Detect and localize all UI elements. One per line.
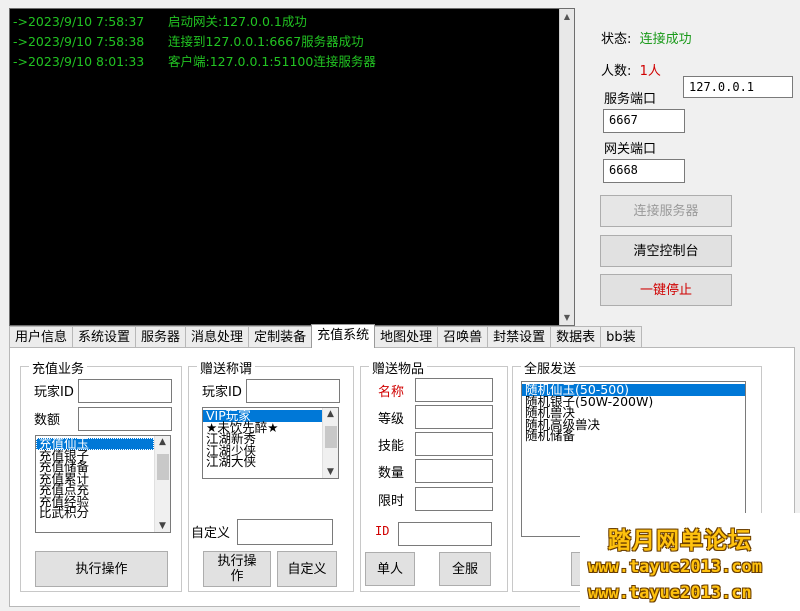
console-line: ->2023/9/10 7:58:38 连接到127.0.0.1:6667服务器… (13, 32, 376, 52)
scroll-up-icon[interactable]: ▲ (323, 409, 338, 419)
item-name-label: 名称 (378, 385, 405, 400)
clear-console-button[interactable]: 清空控制台 (600, 235, 732, 267)
item-time-limit-input[interactable] (415, 487, 493, 511)
tab-map-handling[interactable]: 地图处理 (374, 326, 439, 348)
list-item[interactable]: 随机储备 (522, 430, 745, 442)
gateway-port-label: 网关端口 (604, 142, 657, 157)
console-output: ->2023/9/10 7:58:37 启动网关:127.0.0.1成功 ->2… (9, 8, 575, 326)
watermark-url: www.tayue2013.cn (588, 583, 752, 603)
tab-bb-equipment[interactable]: bb装 (600, 326, 642, 348)
scroll-up-icon[interactable]: ▲ (560, 9, 574, 24)
watermark: 踏月网单论坛 www.tayue2013.com www.tayue2013.c… (580, 513, 800, 611)
stop-all-button[interactable]: 一键停止 (600, 274, 732, 306)
scroll-down-icon[interactable]: ▼ (560, 310, 574, 325)
title-player-id-input[interactable] (246, 379, 340, 403)
console-time: ->2023/9/10 7:58:38 (13, 34, 145, 49)
server-port-input[interactable]: 6667 (603, 109, 685, 133)
watermark-url: www.tayue2013.com (588, 557, 762, 577)
tab-bar: 用户信息 系统设置 服务器 消息处理 定制装备 充值系统 地图处理 召唤兽 封禁… (9, 324, 642, 348)
console-scrollbar[interactable]: ▲ ▼ (559, 9, 574, 325)
count-row: 人数: 1人 (601, 60, 661, 79)
scroll-down-icon[interactable]: ▼ (155, 521, 170, 531)
tab-recharge-system[interactable]: 充值系统 (311, 324, 376, 348)
tab-message-handling[interactable]: 消息处理 (185, 326, 250, 348)
tab-system-settings[interactable]: 系统设置 (72, 326, 137, 348)
console-message: 连接到127.0.0.1:6667服务器成功 (168, 34, 364, 49)
item-quantity-label: 数量 (378, 466, 405, 481)
item-level-label: 等级 (378, 412, 405, 427)
connect-server-button[interactable]: 连接服务器 (600, 195, 732, 227)
count-value: 1人 (639, 64, 661, 79)
recharge-group: 充值业务 玩家ID 数额 充值仙玉 充值银子 充值储备 充值累计 充值点充 充值… (20, 358, 182, 592)
item-level-input[interactable] (415, 405, 493, 429)
status-row: 状态: 连接成功 (601, 28, 692, 47)
group-title: 全服发送 (521, 358, 580, 377)
group-title: 赠送物品 (369, 358, 428, 377)
scroll-thumb[interactable] (157, 454, 169, 480)
gift-all-button[interactable]: 全服 (439, 552, 491, 586)
list-item[interactable]: 江湖大侠 (203, 456, 338, 468)
item-id-label: ID (375, 524, 390, 538)
gateway-port-input[interactable]: 6668 (603, 159, 685, 183)
custom-title-input[interactable] (237, 519, 333, 545)
title-execute-label: 执行操作 (217, 554, 257, 584)
server-port-label: 服务端口 (604, 92, 657, 107)
count-label: 人数: (601, 64, 632, 79)
scroll-up-icon[interactable]: ▲ (155, 437, 170, 447)
player-id-label: 玩家ID (34, 385, 74, 400)
item-id-input[interactable] (398, 522, 492, 546)
tab-data-table[interactable]: 数据表 (550, 326, 602, 348)
player-id-label: 玩家ID (202, 385, 242, 400)
item-skill-label: 技能 (378, 439, 405, 454)
tab-user-info[interactable]: 用户信息 (9, 326, 74, 348)
title-execute-button[interactable]: 执行操作 (203, 551, 271, 587)
tab-custom-equipment[interactable]: 定制装备 (248, 326, 313, 348)
item-skill-input[interactable] (415, 432, 493, 456)
scroll-down-icon[interactable]: ▼ (323, 467, 338, 477)
gift-title-group: 赠送称谓 玩家ID VIP玩家 ★未饮先醉★ 江湖新秀 江湖少侠 江湖大侠 ▲ … (188, 358, 354, 592)
list-scrollbar[interactable]: ▲ ▼ (154, 436, 170, 532)
recharge-amount-input[interactable] (78, 407, 172, 431)
status-value: 连接成功 (639, 32, 692, 47)
recharge-player-id-input[interactable] (78, 379, 172, 403)
item-time-limit-label: 限时 (378, 494, 405, 509)
ip-input[interactable]: 127.0.0.1 (683, 76, 793, 98)
list-item[interactable]: 比武积分 (36, 507, 170, 519)
recharge-execute-button[interactable]: 执行操作 (35, 551, 168, 587)
amount-label: 数额 (34, 413, 61, 428)
console-time: ->2023/9/10 8:01:33 (13, 54, 145, 69)
tab-summon-beast[interactable]: 召唤兽 (437, 326, 489, 348)
item-quantity-input[interactable] (415, 459, 493, 483)
gift-item-group: 赠送物品 名称 等级 技能 数量 限时 ID 单人 全服 (360, 358, 508, 592)
tab-server[interactable]: 服务器 (135, 326, 187, 348)
console-time: ->2023/9/10 7:58:37 (13, 14, 145, 29)
status-label: 状态: (601, 32, 632, 47)
watermark-title: 踏月网单论坛 (608, 528, 752, 554)
console-message: 启动网关:127.0.0.1成功 (168, 14, 307, 29)
tab-ban-settings[interactable]: 封禁设置 (487, 326, 552, 348)
gift-single-button[interactable]: 单人 (365, 552, 415, 586)
group-title: 充值业务 (29, 358, 88, 377)
recharge-type-list[interactable]: 充值仙玉 充值银子 充值储备 充值累计 充值点充 充值经验 比武积分 ▲ ▼ (35, 435, 171, 533)
console-line: ->2023/9/10 7:58:37 启动网关:127.0.0.1成功 (13, 12, 376, 32)
console-line: ->2023/9/10 8:01:33 客户端:127.0.0.1:51100连… (13, 52, 376, 72)
title-custom-button[interactable]: 自定义 (277, 551, 337, 587)
item-name-input[interactable] (415, 378, 493, 402)
console-message: 客户端:127.0.0.1:51100连接服务器 (168, 54, 376, 69)
list-scrollbar[interactable]: ▲ ▼ (322, 408, 338, 478)
title-list[interactable]: VIP玩家 ★未饮先醉★ 江湖新秀 江湖少侠 江湖大侠 ▲ ▼ (202, 407, 339, 479)
scroll-thumb[interactable] (325, 426, 337, 448)
custom-label: 自定义 (191, 526, 231, 541)
group-title: 赠送称谓 (197, 358, 256, 377)
